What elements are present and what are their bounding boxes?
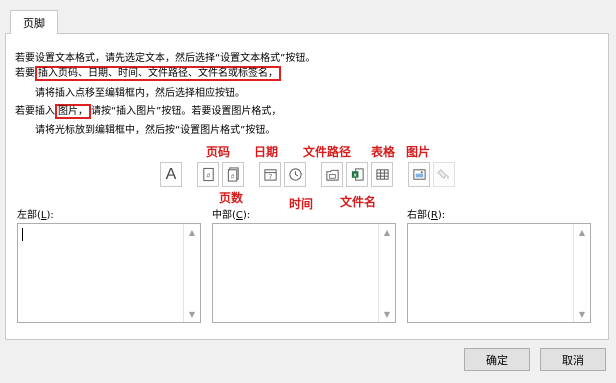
svg-text:7: 7 [268,174,272,181]
instruction-line-3: 请将插入点移至编辑框内，然后选择相应按钮。 [35,88,245,99]
insert-sheet-name-button[interactable] [371,162,393,187]
tab-footer-label: 页脚 [23,16,45,30]
instruction-line-2: 若要 插入页码、日期、时间、文件路径、文件名或标签名， [15,66,281,81]
scroll-down-icon[interactable]: ▼ [184,306,200,322]
scroll-down-icon[interactable]: ▼ [379,306,395,322]
left-section-scrollbar[interactable]: ▲ ▼ [183,224,200,322]
annotation-time: 时间 [289,197,314,211]
right-section-label: 右部(R): [407,210,446,221]
insert-fields-highlight: 插入页码、日期、时间、文件路径、文件名或标签名， [35,66,281,81]
center-section-scrollbar[interactable]: ▲ ▼ [378,224,395,322]
annotation-page-number: 页码 [206,145,231,159]
insert-file-path-button[interactable] [321,162,343,187]
left-section-label: 左部(L): [17,210,54,221]
file-name-icon: x [351,168,364,181]
sheet-name-icon [375,169,389,180]
picture-highlight: 图片， [55,104,91,119]
annotation-file-name: 文件名 [340,195,377,209]
left-section-textbox[interactable]: ▲ ▼ [17,223,201,323]
page-number-icon: # [202,167,214,182]
text-caret [22,228,23,241]
annotation-page-count: 页数 [219,191,244,205]
scroll-up-icon[interactable]: ▲ [379,224,395,240]
center-section-label: 中部(C): [212,210,251,221]
scroll-down-icon[interactable]: ▼ [574,306,590,322]
instruction-line-4-suffix: 请按“插入图片”按钮。若要设置图片格式， [91,106,282,117]
format-text-icon: A [165,165,177,183]
right-section-textbox[interactable]: ▲ ▼ [407,223,591,323]
insert-file-name-button[interactable]: x [346,162,368,187]
svg-text:#: # [230,173,234,180]
instruction-line-1: 若要设置文本格式，请先选定文本，然后选择“设置文本格式”按钮。 [15,53,316,64]
scroll-up-icon[interactable]: ▲ [574,224,590,240]
page-count-icon: # [227,167,239,182]
annotation-sheet-name: 表格 [371,145,396,159]
time-icon [288,168,302,181]
insert-page-count-button[interactable]: # [222,162,244,187]
annotation-date: 日期 [254,145,279,159]
insert-picture-icon [412,169,426,180]
ok-button[interactable]: 确定 [464,348,530,371]
format-picture-button[interactable] [433,162,455,187]
instruction-line-2-prefix: 若要 [15,68,35,79]
file-path-icon [325,169,339,181]
center-section-textbox[interactable]: ▲ ▼ [212,223,396,323]
insert-picture-button[interactable] [408,162,430,187]
instruction-line-5: 请将光标放到编辑框中，然后按“设置图片格式”按钮。 [35,125,276,136]
tab-footer[interactable]: 页脚 [10,10,58,34]
annotation-picture: 图片 [406,145,431,159]
scroll-up-icon[interactable]: ▲ [184,224,200,240]
instruction-line-4-prefix: 若要插入 [15,106,55,117]
date-icon: 7 [263,169,277,181]
annotation-file-path: 文件路径 [303,145,352,159]
format-text-button[interactable]: A [160,162,182,187]
svg-text:#: # [206,172,210,179]
instruction-line-4: 若要插入 图片， 请按“插入图片”按钮。若要设置图片格式， [15,104,282,119]
cancel-button[interactable]: 取消 [540,348,606,371]
insert-date-button[interactable]: 7 [259,162,281,187]
format-picture-icon [436,169,449,180]
right-section-scrollbar[interactable]: ▲ ▼ [573,224,590,322]
insert-time-button[interactable] [284,162,306,187]
insert-page-number-button[interactable]: # [197,162,219,187]
